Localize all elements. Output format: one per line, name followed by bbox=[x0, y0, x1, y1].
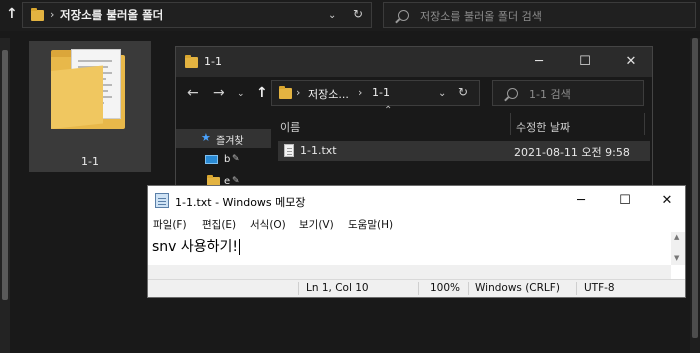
breadcrumb-separator-icon: › bbox=[358, 86, 363, 99]
search-icon bbox=[507, 88, 518, 99]
menu-edit[interactable]: 편집(E) bbox=[202, 217, 236, 232]
background-search-input[interactable]: 저장소를 불러올 폴더 검색 bbox=[383, 2, 696, 28]
notepad-content-text: snv 사용하기! bbox=[152, 239, 239, 255]
sidebar-item-label: b bbox=[224, 154, 231, 165]
chevron-down-icon[interactable]: ⌄ bbox=[438, 88, 446, 99]
explorer-address-bar[interactable]: › 저장소... › 1-1 ⌄ ↻ bbox=[271, 80, 480, 106]
notepad-window: 1-1.txt - Windows 메모장 ─ ☐ ✕ 파일(F) 편집(E) … bbox=[147, 185, 686, 298]
star-icon: ★ bbox=[201, 131, 211, 144]
right-scrollbar[interactable] bbox=[690, 38, 700, 353]
notepad-icon bbox=[155, 193, 169, 208]
breadcrumb-current[interactable]: 1-1 bbox=[372, 86, 390, 99]
column-divider[interactable] bbox=[510, 113, 511, 135]
menu-view[interactable]: 보기(V) bbox=[299, 217, 334, 232]
folder-icon bbox=[31, 8, 44, 21]
column-header-name[interactable]: 이름 bbox=[280, 119, 300, 135]
notepad-horizontal-scrollbar[interactable] bbox=[148, 265, 671, 279]
minimize-icon[interactable]: ─ bbox=[559, 186, 603, 215]
maximize-icon[interactable]: ☐ bbox=[603, 186, 647, 215]
notepad-vertical-scrollbar[interactable]: ▲ ▼ bbox=[671, 232, 685, 265]
folder-label: 1-1 bbox=[81, 155, 99, 168]
refresh-icon[interactable]: ↻ bbox=[353, 7, 363, 21]
menu-format[interactable]: 서식(O) bbox=[250, 217, 286, 232]
background-address-path: 저장소를 불러올 폴더 bbox=[60, 8, 164, 22]
refresh-icon[interactable]: ↻ bbox=[458, 85, 468, 99]
column-header-modified[interactable]: 수정한 날짜 bbox=[516, 119, 570, 135]
breadcrumb-parent[interactable]: 저장소... bbox=[308, 86, 349, 102]
explorer-search-placeholder: 1-1 검색 bbox=[529, 88, 571, 101]
sidebar-item-label: 즐겨찾 bbox=[216, 136, 244, 147]
up-arrow-icon[interactable]: ↑ bbox=[256, 85, 268, 101]
pin-icon: ✎ bbox=[232, 154, 240, 164]
notepad-statusbar: Ln 1, Col 10 100% Windows (CRLF) UTF-8 bbox=[148, 279, 685, 297]
folder-icon bbox=[279, 86, 292, 99]
notepad-titlebar[interactable]: 1-1.txt - Windows 메모장 ─ ☐ ✕ bbox=[148, 186, 685, 215]
sidebar-item-desktop[interactable]: b ✎ bbox=[176, 151, 271, 170]
minimize-icon[interactable]: ─ bbox=[516, 47, 562, 77]
explorer-title: 1-1 bbox=[204, 55, 222, 68]
chevron-down-icon[interactable]: ⌄ bbox=[328, 10, 336, 21]
notepad-title: 1-1.txt - Windows 메모장 bbox=[175, 196, 306, 209]
forward-arrow-icon[interactable]: → bbox=[213, 85, 225, 101]
folder-front-icon bbox=[51, 65, 103, 129]
column-divider[interactable] bbox=[644, 113, 645, 135]
back-arrow-icon[interactable]: ← bbox=[187, 85, 199, 101]
file-modified-date: 2021-08-11 오전 9:58 bbox=[514, 146, 630, 159]
folder-tile[interactable]: 1-1 bbox=[29, 41, 151, 172]
sort-ascending-icon: ⌃ bbox=[384, 105, 393, 116]
menu-file[interactable]: 파일(F) bbox=[153, 217, 187, 232]
file-name: 1-1.txt bbox=[300, 144, 337, 157]
notepad-text-area[interactable]: snv 사용하기! bbox=[148, 232, 671, 265]
status-line-ending: Windows (CRLF) bbox=[475, 282, 560, 294]
notepad-menubar: 파일(F) 편집(E) 서식(O) 보기(V) 도움말(H) bbox=[148, 215, 685, 232]
left-scrollbar[interactable] bbox=[0, 38, 10, 353]
explorer-titlebar[interactable]: 1-1 ─ ☐ ✕ bbox=[176, 47, 652, 77]
search-icon bbox=[398, 10, 409, 21]
status-cursor-position: Ln 1, Col 10 bbox=[306, 282, 369, 294]
status-zoom: 100% bbox=[430, 282, 461, 294]
close-icon[interactable]: ✕ bbox=[645, 186, 689, 215]
up-arrow-icon[interactable]: ↑ bbox=[6, 6, 22, 24]
sidebar-item-quick-access[interactable]: ★ 즐겨찾 bbox=[176, 129, 271, 148]
text-file-icon bbox=[284, 144, 294, 157]
recent-chevron-icon[interactable]: ⌄ bbox=[237, 89, 245, 99]
file-row[interactable]: 1-1.txt 2021-08-11 오전 9:58 bbox=[278, 141, 650, 161]
scroll-down-icon[interactable]: ▼ bbox=[674, 254, 679, 262]
explorer-navbar: ← → ⌄ ↑ › 저장소... › 1-1 ⌄ ↻ 1-1 검색 bbox=[176, 77, 652, 111]
breadcrumb-separator-icon: › bbox=[50, 8, 55, 21]
close-icon[interactable]: ✕ bbox=[608, 47, 654, 77]
menu-help[interactable]: 도움말(H) bbox=[348, 217, 393, 232]
explorer-search-input[interactable]: 1-1 검색 bbox=[492, 80, 644, 106]
status-encoding: UTF-8 bbox=[584, 282, 615, 294]
notepad-content: snv 사용하기! bbox=[152, 236, 241, 256]
maximize-icon[interactable]: ☐ bbox=[562, 47, 608, 77]
breadcrumb-separator-icon: › bbox=[296, 86, 301, 99]
scroll-up-icon[interactable]: ▲ bbox=[674, 233, 679, 241]
background-search-placeholder: 저장소를 불러올 폴더 검색 bbox=[420, 10, 542, 23]
text-caret bbox=[239, 239, 241, 255]
folder-icon bbox=[185, 55, 198, 68]
desktop-icon bbox=[205, 155, 218, 164]
